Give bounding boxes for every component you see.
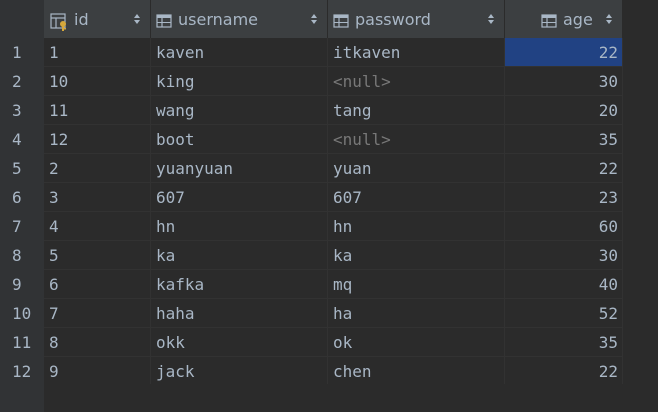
data-grid: id username password age 1 1 kaven itkav…: [0, 0, 658, 412]
cell-password[interactable]: mq: [328, 270, 505, 299]
column-header-label: username: [178, 10, 258, 29]
cell-age[interactable]: 22: [505, 154, 623, 183]
cell-id[interactable]: 5: [44, 241, 151, 270]
row-number: 12: [0, 357, 44, 386]
cell-username[interactable]: haha: [151, 299, 328, 328]
cell-id[interactable]: 11: [44, 96, 151, 125]
cell-id[interactable]: 7: [44, 299, 151, 328]
cell-password[interactable]: <null>: [328, 125, 505, 154]
row-number: 11: [0, 328, 44, 357]
row-number: 2: [0, 67, 44, 96]
cell-id[interactable]: 6: [44, 270, 151, 299]
row-number: 1: [0, 38, 44, 67]
cell-password[interactable]: ha: [328, 299, 505, 328]
cell-password[interactable]: chen: [328, 357, 505, 386]
cell-password[interactable]: ka: [328, 241, 505, 270]
cell-age[interactable]: 35: [505, 328, 623, 357]
cell-id[interactable]: 8: [44, 328, 151, 357]
cell-password[interactable]: ok: [328, 328, 505, 357]
cell-password[interactable]: itkaven: [328, 38, 505, 67]
sort-icon[interactable]: [133, 13, 141, 25]
cell-username[interactable]: okk: [151, 328, 328, 357]
row-number: 8: [0, 241, 44, 270]
cell-username[interactable]: kafka: [151, 270, 328, 299]
row-number: 10: [0, 299, 44, 328]
cell-age[interactable]: 60: [505, 212, 623, 241]
cell-username[interactable]: king: [151, 67, 328, 96]
table-column-icon: [541, 14, 557, 28]
cell-age[interactable]: 30: [505, 241, 623, 270]
column-header-label: password: [355, 10, 431, 29]
cell-age[interactable]: 35: [505, 125, 623, 154]
row-number: 5: [0, 154, 44, 183]
sort-icon[interactable]: [487, 13, 495, 25]
cell-age[interactable]: 52: [505, 299, 623, 328]
primary-key-column-icon: [50, 13, 66, 31]
row-number: 3: [0, 96, 44, 125]
cell-password[interactable]: tang: [328, 96, 505, 125]
sort-icon[interactable]: [605, 13, 613, 25]
cell-username[interactable]: boot: [151, 125, 328, 154]
cell-age[interactable]: 22: [505, 357, 623, 386]
row-number: 6: [0, 183, 44, 212]
cell-age[interactable]: 22: [505, 38, 623, 67]
grid-corner: [0, 0, 44, 38]
cell-age[interactable]: 20: [505, 96, 623, 125]
cell-password[interactable]: <null>: [328, 67, 505, 96]
row-number: 4: [0, 125, 44, 154]
cell-username[interactable]: wang: [151, 96, 328, 125]
cell-username[interactable]: yuanyuan: [151, 154, 328, 183]
table-column-icon: [156, 14, 172, 28]
cell-id[interactable]: 9: [44, 357, 151, 386]
cell-id[interactable]: 3: [44, 183, 151, 212]
empty-area: [44, 384, 658, 412]
column-header-password[interactable]: password: [328, 0, 505, 38]
cell-password[interactable]: hn: [328, 212, 505, 241]
column-header-label: id: [74, 10, 89, 29]
cell-username[interactable]: kaven: [151, 38, 328, 67]
cell-username[interactable]: jack: [151, 357, 328, 386]
cell-age[interactable]: 23: [505, 183, 623, 212]
cell-id[interactable]: 1: [44, 38, 151, 67]
column-header-username[interactable]: username: [151, 0, 328, 38]
cell-id[interactable]: 12: [44, 125, 151, 154]
cell-username[interactable]: hn: [151, 212, 328, 241]
column-header-age[interactable]: age: [505, 0, 623, 38]
cell-id[interactable]: 10: [44, 67, 151, 96]
cell-username[interactable]: ka: [151, 241, 328, 270]
cell-password[interactable]: yuan: [328, 154, 505, 183]
column-header-id[interactable]: id: [44, 0, 151, 38]
table-column-icon: [333, 14, 349, 28]
cell-password[interactable]: 607: [328, 183, 505, 212]
cell-id[interactable]: 4: [44, 212, 151, 241]
cell-username[interactable]: 607: [151, 183, 328, 212]
row-number: 7: [0, 212, 44, 241]
sort-icon[interactable]: [310, 13, 318, 25]
row-number: 9: [0, 270, 44, 299]
cell-age[interactable]: 40: [505, 270, 623, 299]
cell-id[interactable]: 2: [44, 154, 151, 183]
column-header-label: age: [563, 10, 593, 29]
cell-age[interactable]: 30: [505, 67, 623, 96]
